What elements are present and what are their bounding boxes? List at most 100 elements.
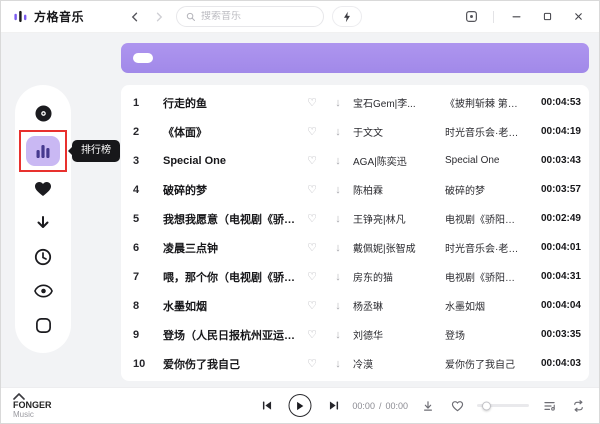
song-album[interactable]: 电视剧《骄阳伴我》影视原声带 — [445, 211, 521, 226]
search-input[interactable] — [201, 11, 314, 22]
song-artist[interactable]: 戴佩妮|张智成 — [353, 240, 441, 255]
download-icon[interactable]: ↓ — [327, 300, 349, 312]
like-icon[interactable]: ♡ — [301, 212, 323, 225]
player-download-icon[interactable] — [419, 397, 437, 415]
play-icon[interactable] — [289, 394, 312, 417]
song-artist[interactable]: 刘德华 — [353, 327, 441, 342]
back-icon[interactable] — [126, 8, 144, 26]
minimize-icon[interactable] — [507, 8, 525, 26]
song-title[interactable]: 喂，那个你（电视剧《骄阳伴我》... — [163, 269, 297, 285]
song-artist[interactable]: 冷漠 — [353, 356, 441, 371]
song-title[interactable]: 《体面》 — [163, 124, 297, 140]
song-row[interactable]: 3 Special One ♡ ↓ AGA|陈奕迅 Special One 00… — [121, 146, 589, 175]
like-icon[interactable]: ♡ — [301, 241, 323, 254]
song-album[interactable]: 爱你伤了我自己 — [445, 356, 521, 371]
song-artist[interactable]: 杨丞琳 — [353, 298, 441, 313]
like-icon[interactable]: ♡ — [301, 328, 323, 341]
song-rank: 7 — [133, 271, 159, 283]
chart-tab[interactable] — [557, 53, 577, 63]
expand-chevron-up-icon[interactable] — [13, 393, 25, 400]
chart-tab[interactable] — [496, 53, 516, 63]
song-album[interactable]: 电视剧《骄阳伴我》影视原声带 — [445, 269, 521, 284]
song-artist[interactable]: 王铮亮|林凡 — [353, 211, 441, 226]
song-title[interactable]: Special One — [163, 155, 297, 167]
theme-skin-icon[interactable] — [462, 8, 480, 26]
sidebar-item-player-disc-icon[interactable] — [32, 102, 54, 124]
song-album[interactable]: 登场 — [445, 327, 521, 342]
like-icon[interactable]: ♡ — [301, 270, 323, 283]
chart-tab[interactable] — [194, 53, 214, 63]
playlist-icon[interactable] — [540, 397, 558, 415]
song-artist[interactable]: AGA|陈奕迅 — [353, 153, 441, 168]
song-row[interactable]: 9 登场（人民日报杭州亚运主题曲） ♡ ↓ 刘德华 登场 00:03:35 — [121, 320, 589, 349]
close-icon[interactable] — [569, 8, 587, 26]
chart-tab[interactable] — [436, 53, 456, 63]
download-icon[interactable]: ↓ — [327, 242, 349, 254]
song-row[interactable]: 7 喂，那个你（电视剧《骄阳伴我》... ♡ ↓ 房东的猫 电视剧《骄阳伴我》影… — [121, 262, 589, 291]
chart-tab[interactable] — [375, 53, 395, 63]
previous-track-icon[interactable] — [258, 397, 276, 415]
sidebar-item-favorites-icon[interactable] — [32, 178, 54, 200]
song-title[interactable]: 破碎的梦 — [163, 182, 297, 198]
song-artist[interactable]: 房东的猫 — [353, 269, 441, 284]
sidebar-item-mv-icon[interactable] — [32, 280, 54, 302]
next-track-icon[interactable] — [325, 397, 343, 415]
now-playing[interactable]: FONGER Music — [13, 393, 52, 419]
song-album[interactable]: 《披荆斩棘 第三季》 第4期 — [445, 95, 521, 110]
download-icon[interactable]: ↓ — [327, 97, 349, 109]
song-album[interactable]: Special One — [445, 155, 521, 166]
song-row[interactable]: 4 破碎的梦 ♡ ↓ 陈柏霖 破碎的梦 00:03:57 — [121, 175, 589, 204]
chart-tab[interactable] — [254, 53, 274, 63]
listen-recognize-icon[interactable] — [332, 6, 362, 27]
song-title[interactable]: 水墨如烟 — [163, 298, 297, 314]
chart-tab[interactable] — [133, 53, 153, 63]
song-album[interactable]: 时光音乐会·老友记 第3期 — [445, 240, 521, 255]
song-duration: 00:04:01 — [525, 242, 581, 253]
like-icon[interactable]: ♡ — [301, 125, 323, 138]
like-icon[interactable]: ♡ — [301, 299, 323, 312]
song-artist[interactable]: 宝石Gem|李... — [353, 95, 441, 110]
download-icon[interactable]: ↓ — [327, 271, 349, 283]
song-rank: 10 — [133, 358, 159, 370]
player-like-icon[interactable] — [448, 397, 466, 415]
forward-icon[interactable] — [150, 8, 168, 26]
like-icon[interactable]: ♡ — [301, 357, 323, 370]
like-icon[interactable]: ♡ — [301, 96, 323, 109]
song-album[interactable]: 水墨如烟 — [445, 298, 521, 313]
download-icon[interactable]: ↓ — [327, 358, 349, 370]
song-row[interactable]: 5 我想我愿意（电视剧《骄阳伴我》... ♡ ↓ 王铮亮|林凡 电视剧《骄阳伴我… — [121, 204, 589, 233]
song-row[interactable]: 2 《体面》 ♡ ↓ 于文文 时光音乐会·老友记 第1期 00:04:19 — [121, 117, 589, 146]
download-icon[interactable]: ↓ — [327, 213, 349, 225]
song-row[interactable]: 6 凌晨三点钟 ♡ ↓ 戴佩妮|张智成 时光音乐会·老友记 第3期 00:04:… — [121, 233, 589, 262]
song-title[interactable]: 登场（人民日报杭州亚运主题曲） — [163, 327, 297, 343]
download-icon[interactable]: ↓ — [327, 184, 349, 196]
song-artist[interactable]: 陈柏霖 — [353, 182, 441, 197]
song-title[interactable]: 我想我愿意（电视剧《骄阳伴我》... — [163, 211, 297, 227]
like-icon[interactable]: ♡ — [301, 183, 323, 196]
song-album[interactable]: 时光音乐会·老友记 第1期 — [445, 124, 521, 139]
sidebar-item-profile-icon[interactable] — [32, 314, 54, 336]
search-box[interactable] — [176, 6, 324, 27]
song-row[interactable]: 10 爱你伤了我自己 ♡ ↓ 冷漠 爱你伤了我自己 00:04:03 — [121, 349, 589, 378]
song-row[interactable]: 8 水墨如烟 ♡ ↓ 杨丞琳 水墨如烟 00:04:04 — [121, 291, 589, 320]
song-title[interactable]: 爱你伤了我自己 — [163, 356, 297, 372]
song-title[interactable]: 行走的鱼 — [163, 95, 297, 111]
play-mode-icon[interactable] — [569, 397, 587, 415]
sidebar-item-recent-icon[interactable] — [32, 246, 54, 268]
sidebar-item-download-icon[interactable] — [32, 212, 54, 234]
like-icon[interactable]: ♡ — [301, 154, 323, 167]
song-row[interactable]: 1 行走的鱼 ♡ ↓ 宝石Gem|李... 《披荆斩棘 第三季》 第4期 00:… — [121, 88, 589, 117]
sidebar-item-ranking-icon[interactable]: 排行榜 — [26, 136, 60, 166]
download-icon[interactable]: ↓ — [327, 126, 349, 138]
song-album[interactable]: 破碎的梦 — [445, 182, 521, 197]
song-rank: 3 — [133, 155, 159, 167]
chart-tab[interactable] — [315, 53, 335, 63]
volume-knob[interactable] — [482, 401, 491, 410]
download-icon[interactable]: ↓ — [327, 155, 349, 167]
song-artist[interactable]: 于文文 — [353, 124, 441, 139]
song-duration: 00:04:19 — [525, 126, 581, 137]
song-title[interactable]: 凌晨三点钟 — [163, 240, 297, 256]
volume-slider[interactable] — [477, 404, 529, 407]
maximize-icon[interactable] — [538, 8, 556, 26]
download-icon[interactable]: ↓ — [327, 329, 349, 341]
